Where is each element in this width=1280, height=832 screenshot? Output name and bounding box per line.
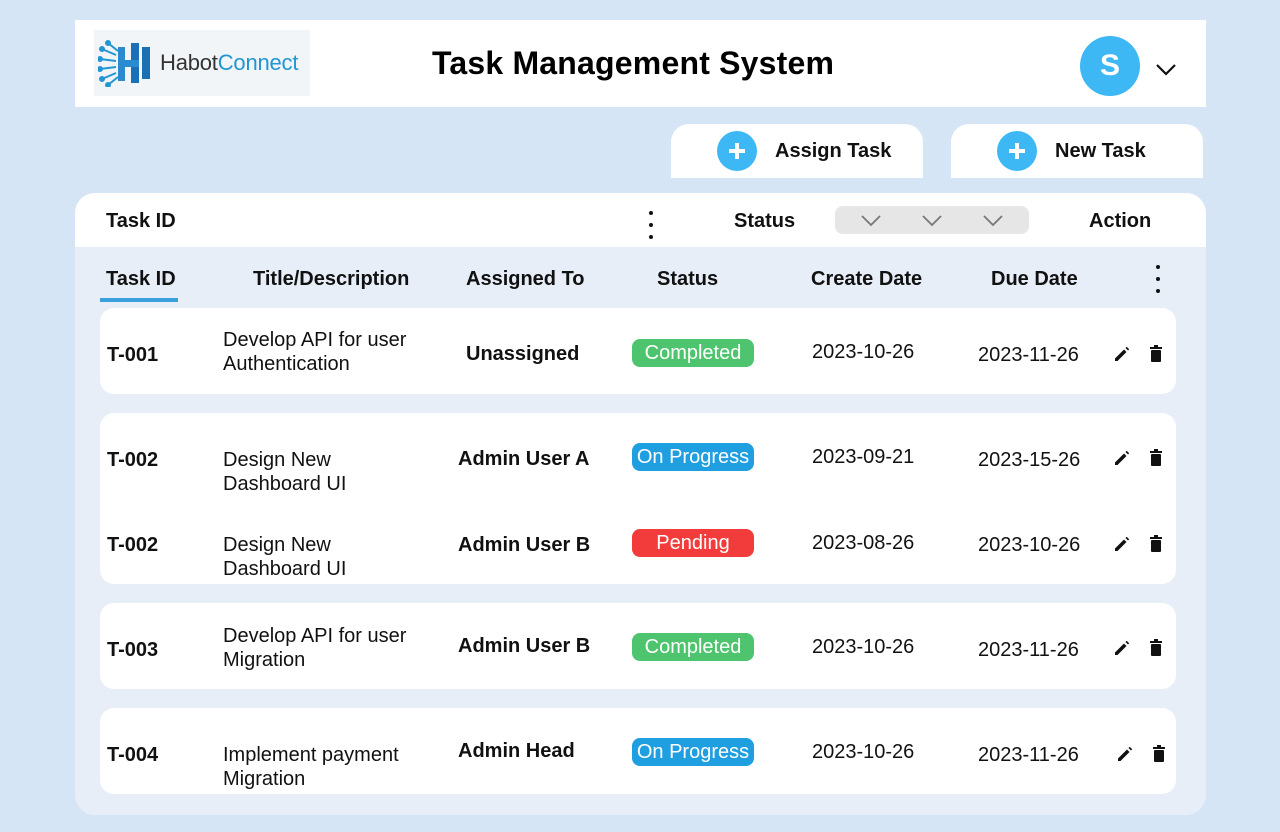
filter-status-label: Status (734, 210, 796, 232)
task-assignee: Admin Head (458, 740, 575, 762)
task-title: Develop API for user Authentication (223, 329, 407, 375)
task-id: T-003 (107, 639, 159, 661)
task-due-date: 2023-10-26 (978, 534, 1081, 556)
kebab-icon[interactable] (646, 209, 656, 241)
task-panel: Task ID Status Action Task ID Title/Desc… (75, 193, 1206, 815)
status-badge: Completed (632, 339, 754, 367)
task-title: Develop API for user Migration (223, 625, 407, 671)
chevron-down-icon[interactable] (860, 214, 882, 228)
task-id: T-001 (107, 344, 159, 366)
task-id: T-004 (107, 744, 159, 766)
brand-name-part1: Habot (160, 50, 218, 75)
chevron-down-icon[interactable] (921, 214, 943, 228)
filter-task-id-label[interactable]: Task ID (106, 210, 176, 233)
brand-name: HabotConnect (160, 50, 298, 76)
pencil-icon[interactable] (1112, 534, 1132, 554)
task-id: T-002 (107, 449, 159, 471)
pencil-icon[interactable] (1112, 448, 1132, 468)
pencil-icon[interactable] (1112, 344, 1132, 364)
chevron-down-icon[interactable] (982, 214, 1004, 228)
task-due-date: 2023-11-26 (978, 639, 1079, 661)
column-header-task-id[interactable]: Task ID (106, 268, 176, 291)
status-badge: Completed (632, 633, 754, 661)
task-due-date: 2023-11-26 (978, 344, 1079, 366)
task-due-date: 2023-15-26 (978, 449, 1081, 471)
column-header-due-date[interactable]: Due Date (991, 268, 1078, 291)
new-task-label: New Task (1055, 139, 1146, 162)
brand-name-part2: Connect (217, 50, 299, 75)
status-badge: On Progress (632, 443, 754, 471)
task-create-date: 2023-09-21 (812, 446, 915, 468)
user-avatar[interactable]: S (1080, 36, 1140, 96)
task-assignee: Admin User A (458, 448, 590, 470)
task-card: T-003 Develop API for user Migration Adm… (100, 603, 1176, 689)
status-badge: On Progress (632, 738, 754, 766)
status-filter-dropdown[interactable] (835, 206, 1029, 234)
assign-task-label: Assign Task (775, 139, 892, 162)
task-title: Design New Dashboard UI (223, 449, 347, 495)
task-card: T-002 Design New Dashboard UI Admin User… (100, 413, 1176, 584)
column-header-assigned-to[interactable]: Assigned To (466, 268, 585, 291)
plus-icon (997, 131, 1037, 171)
task-id: T-002 (107, 534, 159, 556)
status-badge: Pending (632, 529, 754, 557)
column-header-status[interactable]: Status (657, 268, 718, 291)
assign-task-button[interactable]: Assign Task (671, 124, 923, 178)
trash-icon[interactable] (1146, 344, 1166, 364)
trash-icon[interactable] (1149, 744, 1169, 764)
task-card: T-001 Develop API for user Authenticatio… (100, 308, 1176, 394)
plus-icon (717, 131, 757, 171)
pencil-icon[interactable] (1112, 638, 1132, 658)
app-header: HabotConnect Task Management System S (75, 20, 1206, 107)
task-card: T-004 Implement payment Migration Admin … (100, 708, 1176, 794)
kebab-icon[interactable] (1153, 263, 1163, 295)
task-due-date: 2023-11-26 (978, 744, 1079, 766)
filter-action-label: Action (1089, 210, 1152, 232)
trash-icon[interactable] (1146, 534, 1166, 554)
pencil-icon[interactable] (1115, 744, 1135, 764)
chevron-down-icon[interactable] (1155, 63, 1177, 77)
logo-circuit-icon (98, 40, 150, 87)
task-assignee: Unassigned (466, 343, 580, 365)
task-create-date: 2023-08-26 (812, 532, 915, 554)
column-header-create-date[interactable]: Create Date (811, 268, 922, 291)
task-create-date: 2023-10-26 (812, 636, 915, 658)
active-column-indicator (100, 298, 178, 302)
trash-icon[interactable] (1146, 638, 1166, 658)
task-assignee: Admin User B (458, 534, 591, 556)
brand-logo: HabotConnect (94, 30, 310, 96)
page-title: Task Management System (432, 45, 835, 81)
new-task-button[interactable]: New Task (951, 124, 1203, 178)
task-create-date: 2023-10-26 (812, 741, 915, 763)
filter-bar: Task ID Status Action (75, 193, 1206, 247)
task-title: Design New Dashboard UI (223, 534, 347, 580)
column-header-title[interactable]: Title/Description (253, 268, 409, 291)
task-create-date: 2023-10-26 (812, 341, 915, 363)
trash-icon[interactable] (1146, 448, 1166, 468)
task-title: Implement payment Migration (223, 744, 399, 790)
task-assignee: Admin User B (458, 635, 591, 657)
